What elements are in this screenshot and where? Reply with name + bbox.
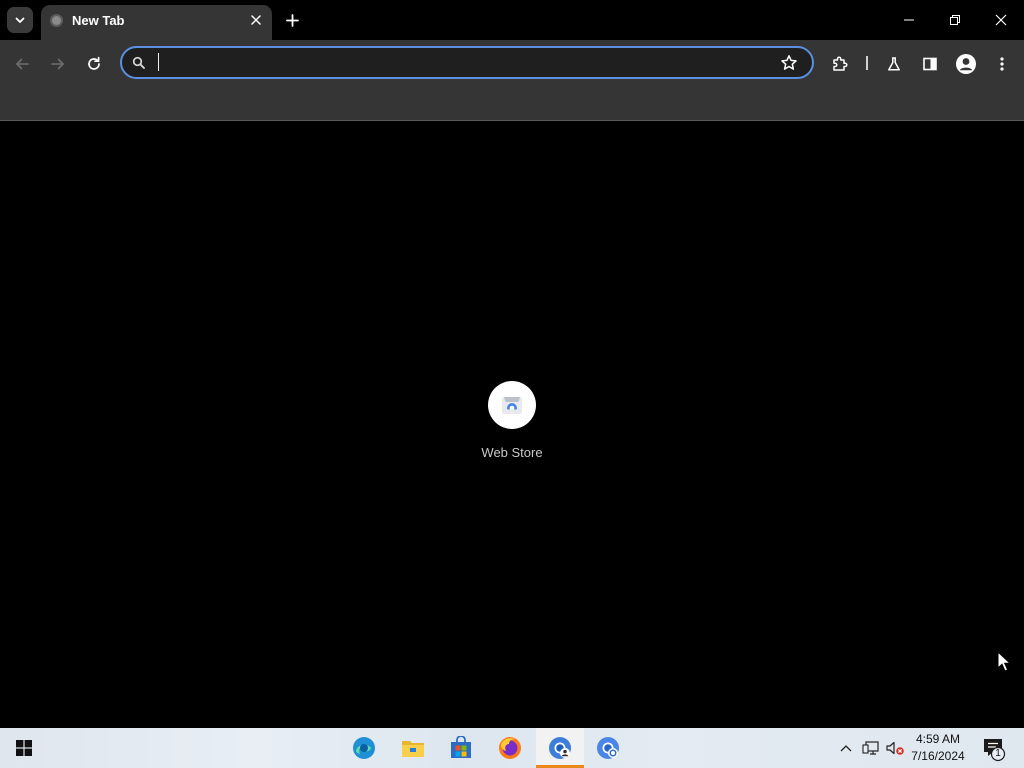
text-caret (158, 53, 159, 71)
address-input[interactable] (156, 52, 766, 74)
tray-network[interactable] (860, 728, 882, 768)
flask-icon (888, 57, 900, 71)
restore-button[interactable] (932, 0, 978, 40)
taskbar-microsoft-store[interactable] (437, 728, 485, 768)
taskbar-clock[interactable]: 4:59 AM 7/16/2024 (905, 731, 971, 765)
shortcut-tile (488, 381, 536, 429)
labs-button[interactable] (880, 50, 908, 78)
close-window-button[interactable] (978, 0, 1024, 40)
file-explorer-icon (402, 741, 424, 757)
volume-muted-icon (886, 741, 904, 755)
reload-icon (88, 56, 100, 70)
tray-overflow-button[interactable] (836, 728, 856, 768)
edge-icon (353, 737, 375, 759)
new-tab-page: Web Store (0, 121, 1024, 728)
new-tab-button[interactable] (281, 9, 303, 31)
microsoft-store-icon (451, 736, 471, 758)
notification-count: 1 (995, 748, 1001, 759)
side-panel-icon (923, 57, 937, 71)
taskbar: 4:59 AM 7/16/2024 1 (0, 728, 1024, 768)
tab-search-button[interactable] (7, 7, 33, 33)
taskbar-chrome-dev[interactable] (536, 728, 584, 768)
notification-center-button[interactable]: 1 (980, 734, 1008, 762)
chevron-down-icon (15, 17, 25, 23)
shortcut-web-store[interactable]: Web Store (472, 379, 552, 469)
close-icon (995, 14, 1007, 26)
minimize-icon (904, 19, 914, 21)
browser-window: New Tab Web Store (0, 0, 1024, 728)
network-icon (862, 741, 879, 755)
puzzle-icon (833, 56, 848, 71)
browser-toolbar (0, 40, 1024, 120)
arrow-left-icon (16, 58, 29, 70)
bookmark-star-icon[interactable] (780, 54, 798, 72)
back-button[interactable] (8, 50, 36, 78)
tab-new-tab[interactable]: New Tab (41, 5, 272, 40)
globe-icon (50, 14, 63, 27)
tab-strip: New Tab (0, 0, 1024, 40)
firefox-icon (499, 737, 521, 759)
more-vertical-icon (1000, 57, 1004, 71)
profile-button[interactable] (952, 50, 980, 78)
restore-icon (950, 15, 960, 25)
avatar-icon (956, 54, 976, 74)
taskbar-file-explorer[interactable] (389, 728, 437, 768)
tab-title: New Tab (72, 13, 125, 28)
chrome-dev-icon (549, 737, 571, 759)
search-icon (132, 56, 145, 69)
web-store-icon (502, 397, 522, 414)
clock-date: 7/16/2024 (911, 749, 965, 763)
side-panel-button[interactable] (916, 50, 944, 78)
taskbar-firefox[interactable] (486, 728, 534, 768)
reload-button[interactable] (80, 50, 108, 78)
chrome-beta-icon (597, 737, 619, 759)
extensions-button[interactable] (826, 50, 854, 78)
menu-button[interactable] (988, 50, 1016, 78)
tray-volume[interactable] (884, 728, 906, 768)
toolbar-divider (866, 56, 868, 70)
address-bar[interactable] (120, 46, 814, 79)
close-icon (251, 15, 261, 25)
forward-button[interactable] (44, 50, 72, 78)
minimize-button[interactable] (886, 0, 932, 40)
plus-icon (285, 13, 299, 27)
clock-time: 4:59 AM (915, 732, 961, 746)
arrow-right-icon (51, 58, 64, 70)
shortcut-label: Web Store (481, 445, 543, 460)
taskbar-edge[interactable] (340, 728, 388, 768)
mouse-pointer-icon (997, 651, 1011, 672)
taskbar-chrome-beta[interactable] (584, 728, 632, 768)
start-button[interactable] (4, 728, 44, 768)
chevron-up-icon (840, 745, 852, 752)
tab-close-button[interactable] (248, 12, 264, 28)
windows-logo-icon (16, 740, 32, 756)
